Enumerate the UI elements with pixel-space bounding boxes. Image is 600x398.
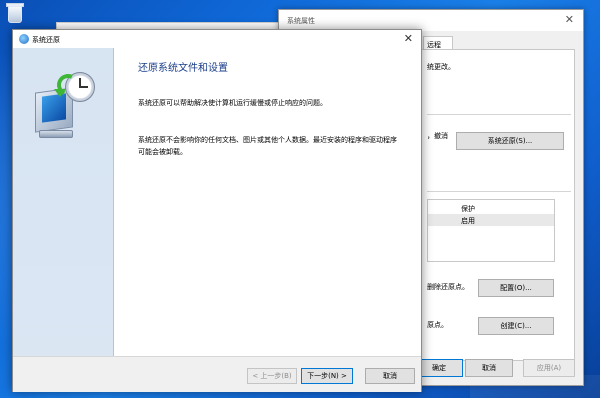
- page-title: 还原系统文件和设置: [138, 63, 228, 74]
- create-points-text: 原点。: [427, 321, 448, 329]
- wizard-side-panel: [13, 48, 114, 356]
- tab-remote[interactable]: 远程: [423, 36, 453, 50]
- restore-arrowhead: [54, 89, 66, 97]
- protection-table[interactable]: 保护 启用: [427, 199, 555, 262]
- next-button[interactable]: 下一步(N) >: [301, 368, 353, 384]
- taskbar-area: [470, 375, 600, 398]
- protection-value: 启用: [461, 217, 475, 225]
- system-restore-button[interactable]: 系统还原(S)...: [456, 132, 564, 150]
- wizard-title: 系统还原: [32, 36, 60, 44]
- changes-text: 统更改。: [427, 63, 455, 71]
- system-restore-wizard: 系统还原 ✕ 还原系统文件和设置 系统还原可以帮助解决使计算机运行缓慢或停止响应…: [12, 29, 422, 392]
- close-icon[interactable]: ✕: [404, 32, 413, 45]
- back-button[interactable]: < 上一步(B): [247, 368, 297, 384]
- table-row[interactable]: 启用: [428, 214, 554, 226]
- protection-table-header: 保护: [428, 202, 554, 214]
- cancel-button[interactable]: 取消: [365, 368, 415, 384]
- system-restore-icon: [19, 34, 29, 44]
- wizard-footer: < 上一步(B) 下一步(N) > 取消: [13, 356, 421, 392]
- recycle-bin-icon[interactable]: [4, 2, 26, 26]
- monitor-screen: [42, 93, 66, 123]
- system-properties-title: 系统属性: [287, 17, 315, 25]
- system-properties-titlebar: 系统属性 ✕: [279, 10, 583, 31]
- wizard-titlebar: 系统还原 ✕: [13, 30, 421, 48]
- divider: [427, 114, 571, 115]
- ok-button[interactable]: 确定: [415, 359, 463, 377]
- divider: [427, 191, 571, 192]
- system-restore-illustration-icon: [31, 68, 103, 144]
- recycle-bin-body: [8, 6, 22, 23]
- wizard-content: 还原系统文件和设置 系统还原可以帮助解决使计算机运行缓慢或停止响应的问题。 系统…: [114, 48, 421, 356]
- undo-text: ，撤消: [427, 132, 448, 140]
- clock-hand: [80, 86, 88, 88]
- delete-points-text: 删除还原点。: [427, 283, 469, 291]
- monitor-base: [39, 130, 73, 138]
- create-button[interactable]: 创建(C)...: [478, 317, 554, 335]
- close-icon[interactable]: ✕: [565, 13, 574, 26]
- notice-paragraph: 系统还原不会影响你的任何文档、图片或其他个人数据。最近安装的程序和驱动程序可能会…: [138, 136, 397, 156]
- configure-button[interactable]: 配置(O)...: [478, 279, 554, 297]
- protection-column-header: 保护: [461, 205, 475, 213]
- description-paragraph: 系统还原可以帮助解决使计算机运行缓慢或停止响应的问题。: [138, 99, 327, 107]
